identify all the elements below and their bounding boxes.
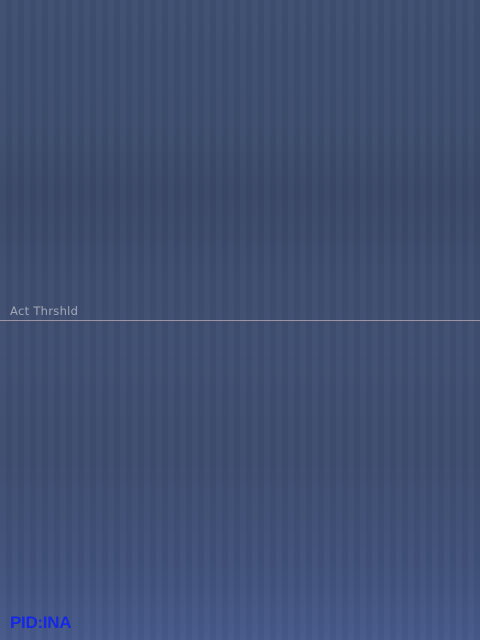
activation-threshold-line xyxy=(0,320,480,321)
pid-status-label: PID:INA xyxy=(10,613,72,632)
activation-threshold-label: Act Thrshld xyxy=(10,304,79,318)
